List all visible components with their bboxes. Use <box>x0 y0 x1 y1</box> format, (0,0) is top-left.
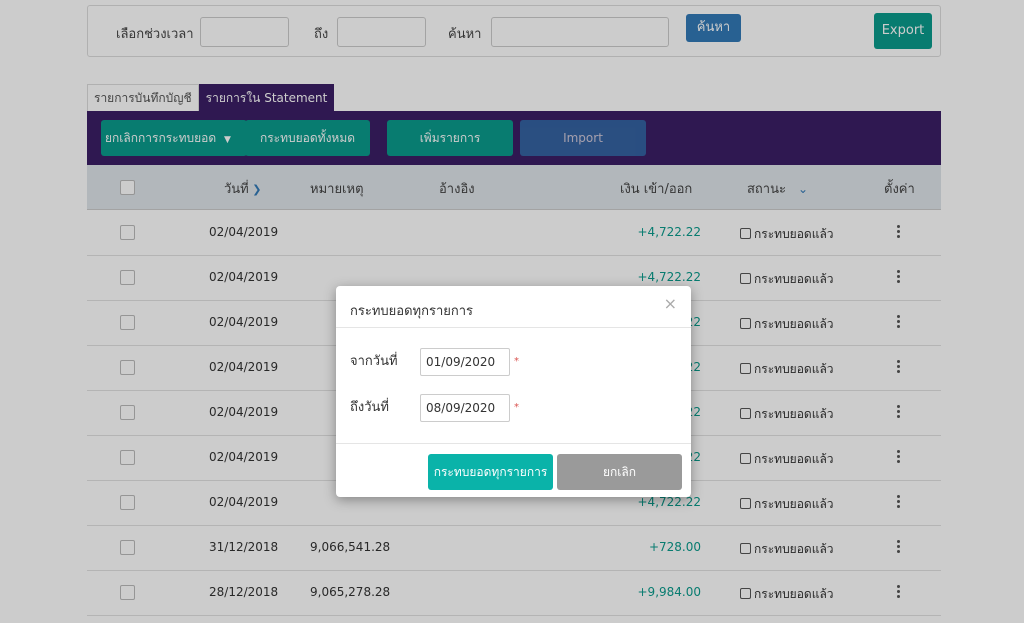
close-icon[interactable]: × <box>664 294 677 313</box>
dialog-title: กระทบยอดทุกรายการ <box>350 304 474 319</box>
to-date-label: ถึงวันที่ <box>350 400 389 415</box>
required-mark: * <box>514 356 519 367</box>
dialog-footer: กระทบยอดทุกรายการ ยกเลิก <box>336 443 691 497</box>
to-date-input[interactable] <box>420 394 510 422</box>
from-date-label: จากวันที่ <box>350 354 398 369</box>
confirm-offset-button[interactable]: กระทบยอดทุกรายการ <box>428 454 553 490</box>
dialog-header: กระทบยอดทุกรายการ × <box>336 286 691 328</box>
cancel-button[interactable]: ยกเลิก <box>557 454 682 490</box>
required-mark: * <box>514 402 519 413</box>
offset-all-dialog: กระทบยอดทุกรายการ × จากวันที่ * ถึงวันที… <box>336 286 691 497</box>
from-date-input[interactable] <box>420 348 510 376</box>
